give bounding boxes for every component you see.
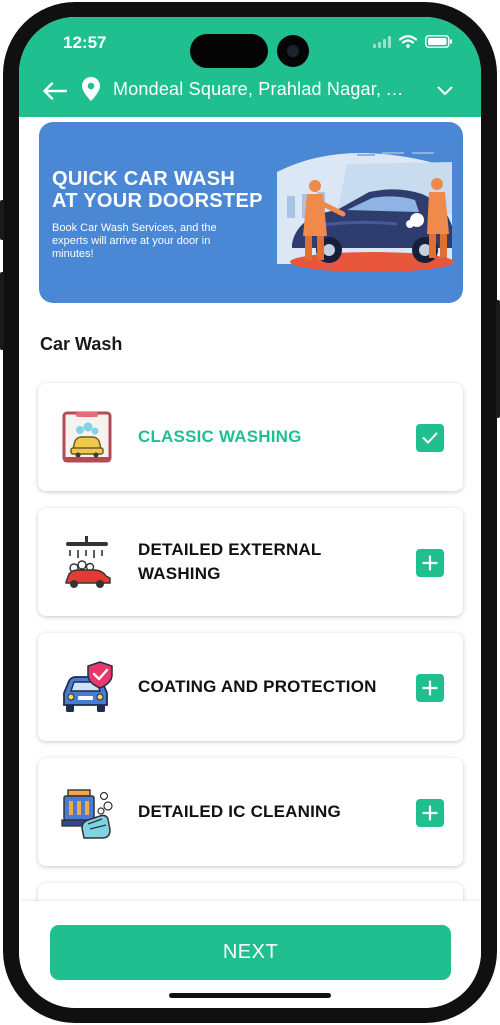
status-icons <box>373 35 453 48</box>
volume-button <box>0 272 4 350</box>
service-label: DETAILED EXTERNAL WASHING <box>138 540 322 583</box>
wifi-icon <box>399 35 417 48</box>
next-button[interactable]: NEXT <box>50 925 451 980</box>
back-button[interactable] <box>39 75 71 107</box>
footer-bar: NEXT <box>19 901 481 1008</box>
car-shower-icon <box>65 536 111 588</box>
location-label[interactable]: Mondeal Square, Prahlad Nagar, Ah... <box>113 79 413 100</box>
app-screen: 12:57 Mondeal Square, Prahlad Nagar, Ah.… <box>19 17 481 1008</box>
engine-cleaning-icon <box>61 789 113 839</box>
app-header: 12:57 Mondeal Square, Prahlad Nagar, Ah.… <box>19 17 481 117</box>
service-label: DETAILED IC CLEANING <box>138 802 341 821</box>
plus-icon <box>422 680 438 696</box>
add-service-button[interactable] <box>416 674 444 702</box>
car-wash-illustration <box>277 152 454 272</box>
chevron-down-icon <box>437 86 453 95</box>
signal-icon <box>373 35 391 48</box>
service-card-coating-and-protection[interactable]: COATING AND PROTECTION <box>38 633 463 741</box>
section-title: Car Wash <box>40 334 123 354</box>
checkmark-icon <box>422 432 438 444</box>
car-wash-tunnel-icon <box>62 411 112 463</box>
service-card-detailed-external-washing[interactable]: DETAILED EXTERNAL WASHING <box>38 508 463 616</box>
plus-icon <box>422 555 438 571</box>
banner-title: QUICK CAR WASH AT YOUR DOORSTEP <box>52 168 263 212</box>
service-label: CLASSIC WASHING <box>138 427 302 446</box>
location-dropdown-button[interactable] <box>433 79 457 103</box>
car-shield-icon <box>63 661 113 712</box>
service-card-classic-washing[interactable]: CLASSIC WASHING <box>38 383 463 491</box>
power-button <box>496 300 500 418</box>
promo-banner[interactable]: QUICK CAR WASH AT YOUR DOORSTEP Book Car… <box>39 122 463 303</box>
arrow-left-icon <box>43 82 67 100</box>
front-camera <box>277 35 309 67</box>
banner-title-line1: QUICK CAR WASH <box>52 168 236 190</box>
selected-checkbox[interactable] <box>416 424 444 452</box>
add-service-button[interactable] <box>416 549 444 577</box>
plus-icon <box>422 805 438 821</box>
status-time: 12:57 <box>63 33 107 52</box>
service-label: COATING AND PROTECTION <box>138 677 377 696</box>
battery-icon <box>425 35 452 48</box>
location-pin-icon <box>82 77 100 101</box>
home-indicator[interactable] <box>169 993 331 998</box>
add-service-button[interactable] <box>416 799 444 827</box>
mute-switch <box>0 200 4 240</box>
service-card-detailed-ic-cleaning[interactable]: DETAILED IC CLEANING <box>38 758 463 866</box>
dynamic-island <box>190 34 268 68</box>
banner-title-line2: AT YOUR DOORSTEP <box>52 190 263 212</box>
banner-subtitle: Book Car Wash Services, and the experts … <box>52 222 217 260</box>
